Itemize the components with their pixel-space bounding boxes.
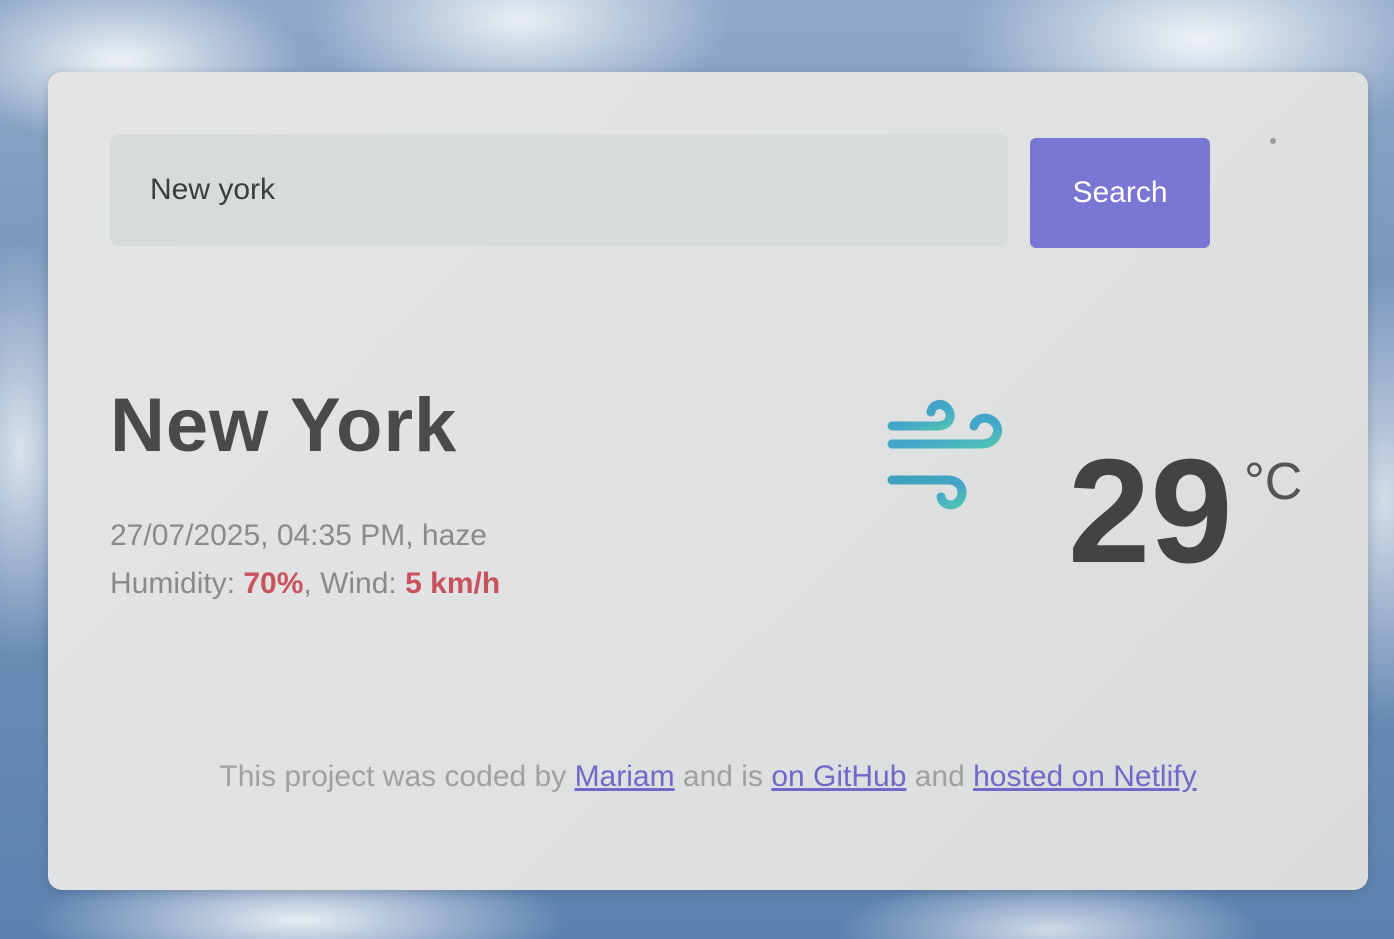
netlify-link[interactable]: hosted on Netlify [973,760,1196,793]
github-link[interactable]: on GitHub [771,760,906,793]
card-speck [1270,138,1276,144]
city-search-input[interactable] [110,134,1008,246]
humidity-value: 70% [243,567,304,600]
search-form: Search [110,134,1210,248]
detail-separator: , [303,567,321,600]
credits-footer: This project was coded by Mariam and is … [48,760,1368,794]
search-button[interactable]: Search [1030,138,1210,248]
temperature-value: 29 [1068,429,1233,594]
footer-text-1: This project was coded by [219,760,575,793]
humidity-label: Humidity: [110,567,244,600]
wind-icon [887,400,1009,510]
date-time-description: 27/07/2025, 04:35 PM, haze [110,519,487,552]
city-name: New York [110,383,458,468]
wind-label: Wind: [320,567,406,600]
author-link[interactable]: Mariam [575,760,675,793]
wind-value: 5 km/h [405,567,501,600]
weather-app-card: Search New York 27/07/2025, 04:35 PM, ha… [48,72,1368,890]
humidity-wind-line: Humidity: 70%, Wind: 5 km/h [110,560,500,608]
footer-text-2: and is [674,760,772,793]
weather-details: 27/07/2025, 04:35 PM, haze Humidity: 70%… [110,512,500,608]
footer-text-3: and [906,760,974,793]
temperature-unit: °C [1244,453,1303,511]
